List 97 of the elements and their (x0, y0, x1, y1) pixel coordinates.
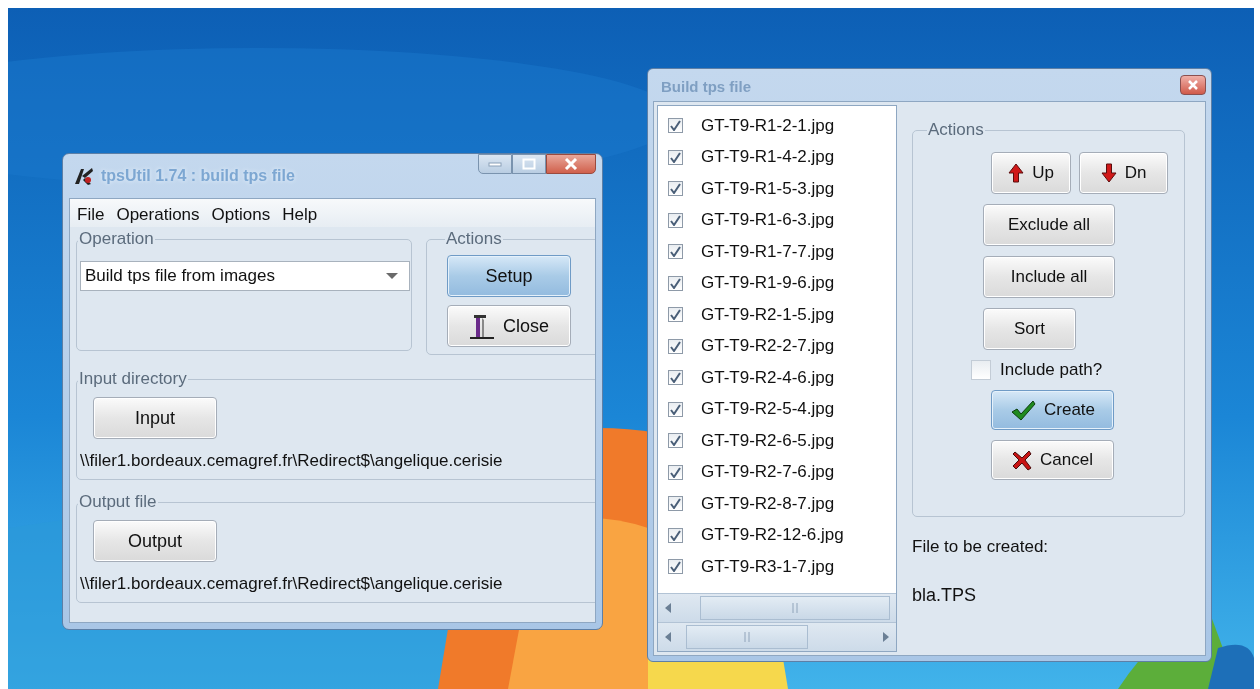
file-name: GT-T9-R1-4-2.jpg (701, 147, 835, 168)
button[interactable]: Output (93, 520, 217, 562)
checkmark-icon (670, 183, 681, 195)
minimize-icon (488, 161, 502, 167)
path-text: \\filer1.bordeaux.cemagref.fr\Redirect$\angelique.cerisie (80, 451, 504, 471)
left-arrow-icon (664, 631, 672, 643)
checkmark-icon (670, 561, 681, 573)
app-icon (73, 166, 95, 186)
button[interactable]: Dn (1079, 152, 1168, 194)
group-label: Input directory (78, 369, 188, 389)
checkmark-icon (670, 120, 681, 132)
file-name: GT-T9-R2-7-6.jpg (701, 462, 835, 483)
left-arrow-icon (664, 602, 672, 614)
button[interactable]: Cancel (991, 440, 1114, 480)
button[interactable]: Input (93, 397, 217, 439)
grip-icon (744, 631, 750, 643)
file-name: GT-T9-R2-6-5.jpg (701, 430, 835, 451)
button[interactable]: Sort (983, 308, 1076, 350)
checkmark-icon (670, 151, 681, 163)
file-name: GT-T9-R1-9-6.jpg (701, 273, 835, 294)
group-label: Actions (927, 120, 985, 140)
file-name: GT-T9-R1-5-3.jpg (701, 178, 835, 199)
checkmark-icon (670, 246, 681, 258)
file-name: GT-T9-R3-1-7.jpg (701, 556, 835, 577)
down-arrow-icon (1100, 163, 1117, 183)
button[interactable]: Setup (447, 255, 571, 297)
caret-icon (385, 272, 399, 280)
maximize-icon (522, 158, 536, 170)
checkbox[interactable] (668, 338, 683, 354)
window-title: Build tps file (661, 78, 751, 97)
file-name: bla.TPS (912, 585, 978, 606)
file-name: GT-T9-R2-5-4.jpg (701, 399, 835, 420)
menu-item[interactable]: File (76, 205, 106, 225)
file-name: GT-T9-R1-6-3.jpg (701, 210, 835, 231)
checkbox[interactable] (668, 181, 683, 197)
checkbox[interactable] (971, 360, 991, 380)
checkbox[interactable] (668, 149, 683, 165)
close-button[interactable] (1180, 75, 1206, 95)
file-name: GT-T9-R2-12-6.jpg (701, 525, 844, 546)
group-label: Actions (445, 229, 503, 249)
checkmark-icon (670, 277, 681, 289)
scroll-thumb[interactable] (700, 596, 890, 620)
checkbox[interactable] (668, 433, 683, 449)
checkbox[interactable] (668, 212, 683, 228)
close-button[interactable] (546, 154, 596, 174)
operation-dropdown[interactable]: Build tps file from images (80, 261, 410, 291)
file-name: GT-T9-R1-7-7.jpg (701, 241, 835, 262)
checkmark-icon (670, 340, 681, 352)
button[interactable]: Create (991, 390, 1114, 430)
menu-item[interactable]: Options (210, 205, 272, 225)
checkbox[interactable] (668, 370, 683, 386)
checkmark-icon (670, 529, 681, 541)
checkmark-icon (670, 466, 681, 478)
checkmark-icon (1010, 399, 1036, 421)
button[interactable]: Include all (983, 256, 1115, 298)
group-label: Output file (78, 492, 158, 512)
button[interactable]: Close (447, 305, 571, 347)
close-icon (1187, 80, 1199, 90)
checkbox[interactable] (668, 559, 683, 575)
right-arrow-icon (882, 631, 890, 643)
menu-item[interactable]: Operations (115, 205, 201, 225)
checkmark-icon (670, 309, 681, 321)
checkbox-label: Include path? (1000, 360, 1103, 380)
checkbox[interactable] (668, 496, 683, 512)
checkbox[interactable] (668, 464, 683, 480)
file-name: GT-T9-R2-4-6.jpg (701, 367, 835, 388)
checkbox[interactable] (668, 527, 683, 543)
close-icon (564, 158, 578, 170)
window-title: tpsUtil 1.74 : build tps file (101, 167, 295, 185)
menu-item[interactable]: Help (281, 205, 319, 225)
checkmark-icon (670, 498, 681, 510)
group-label: Operation (78, 229, 155, 249)
maximize-button[interactable] (512, 154, 546, 174)
grip-icon (792, 602, 798, 614)
scroll-thumb[interactable] (686, 625, 808, 649)
checkmark-icon (670, 214, 681, 226)
cross-icon (1012, 449, 1033, 471)
file-name: GT-T9-R2-8-7.jpg (701, 493, 835, 514)
button[interactable]: Exclude all (983, 204, 1115, 246)
file-name: GT-T9-R2-1-5.jpg (701, 304, 835, 325)
checkbox[interactable] (668, 118, 683, 134)
exit-door-icon (469, 312, 495, 340)
checkbox[interactable] (668, 275, 683, 291)
checkmark-icon (670, 403, 681, 415)
label: File to be created: (912, 537, 1050, 557)
checkmark-icon (670, 372, 681, 384)
scrollbar[interactable] (658, 622, 896, 651)
checkbox[interactable] (668, 401, 683, 417)
checkmark-icon (670, 435, 681, 447)
checkbox[interactable] (668, 244, 683, 260)
path-text: \\filer1.bordeaux.cemagref.fr\Redirect$\angelique.cerisie (80, 574, 504, 594)
up-arrow-icon (1008, 163, 1025, 183)
checkbox[interactable] (668, 307, 683, 323)
scrollbar[interactable] (658, 593, 896, 622)
button[interactable]: Up (991, 152, 1071, 194)
file-name: GT-T9-R1-2-1.jpg (701, 115, 835, 136)
file-name: GT-T9-R2-2-7.jpg (701, 336, 835, 357)
